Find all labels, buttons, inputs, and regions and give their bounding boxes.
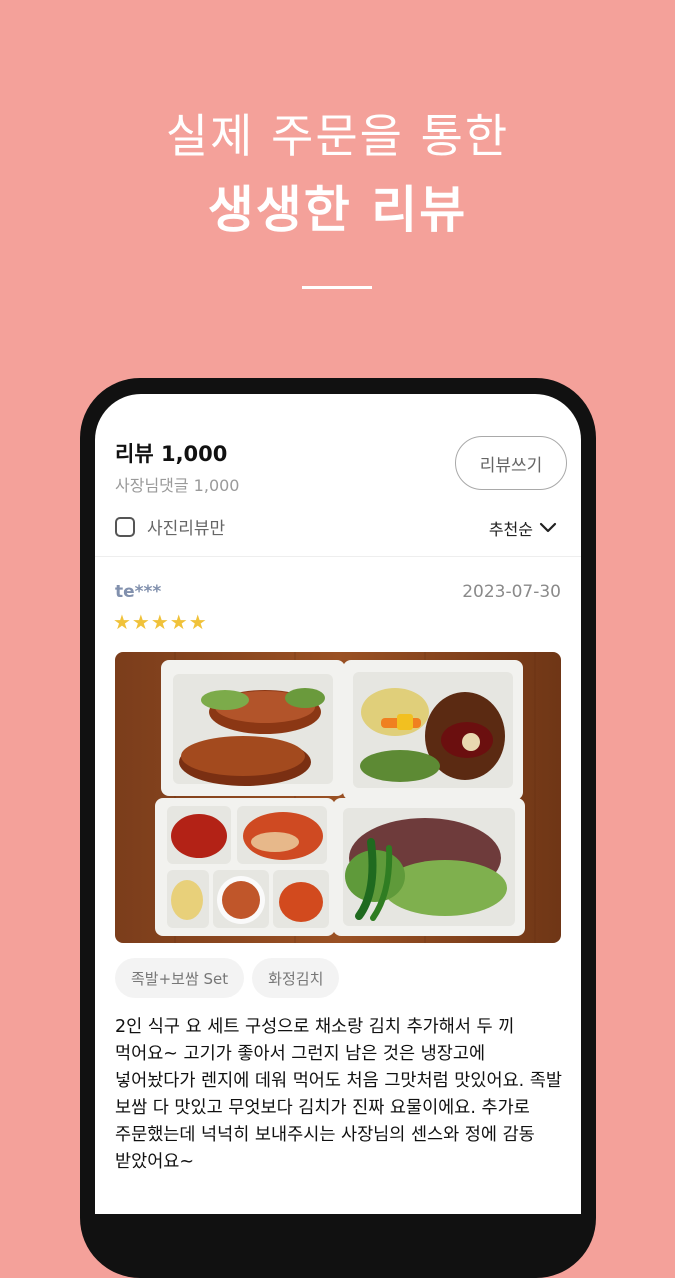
photo-only-label: 사진리뷰만 xyxy=(147,519,226,539)
food-photo-icon xyxy=(115,652,561,943)
review-photo[interactable] xyxy=(115,652,561,943)
chevron-down-icon xyxy=(539,522,557,533)
review-date: 2023-07-30 xyxy=(462,582,561,602)
menu-tag: 족발+보쌈 Set xyxy=(115,958,245,998)
owner-reply-count: 사장님댓글 1,000 xyxy=(115,476,240,495)
menu-tag: 화정김치 xyxy=(252,958,340,998)
photo-review-filter[interactable]: 사진리뷰만 xyxy=(115,514,225,539)
header-separator xyxy=(95,556,581,557)
review-author: te*** xyxy=(115,582,162,602)
review-count: 리뷰 1,000 xyxy=(115,442,228,466)
write-review-button[interactable]: 리뷰쓰기 xyxy=(455,436,567,490)
headline-line1: 실제 주문을 통한 xyxy=(165,109,510,163)
sort-dropdown[interactable]: 추천순 xyxy=(489,516,557,540)
sort-label: 추천순 xyxy=(488,520,533,539)
phone-screen: 리뷰 1,000 사장님댓글 1,000 리뷰쓰기 사진리뷰만 추천순 te**… xyxy=(95,394,581,1214)
headline-line2: 생생한 리뷰 xyxy=(207,181,468,239)
headline-divider xyxy=(302,286,372,289)
review-text: 2인 식구 요 세트 구성으로 채소랑 김치 추가해서 두 끼 먹어요~ 고기가… xyxy=(115,1017,563,1172)
menu-tags: 족발+보쌈 Set 화정김치 xyxy=(115,958,340,998)
star-rating: ★★★★★ xyxy=(113,610,208,634)
photo-only-checkbox[interactable] xyxy=(115,516,135,537)
